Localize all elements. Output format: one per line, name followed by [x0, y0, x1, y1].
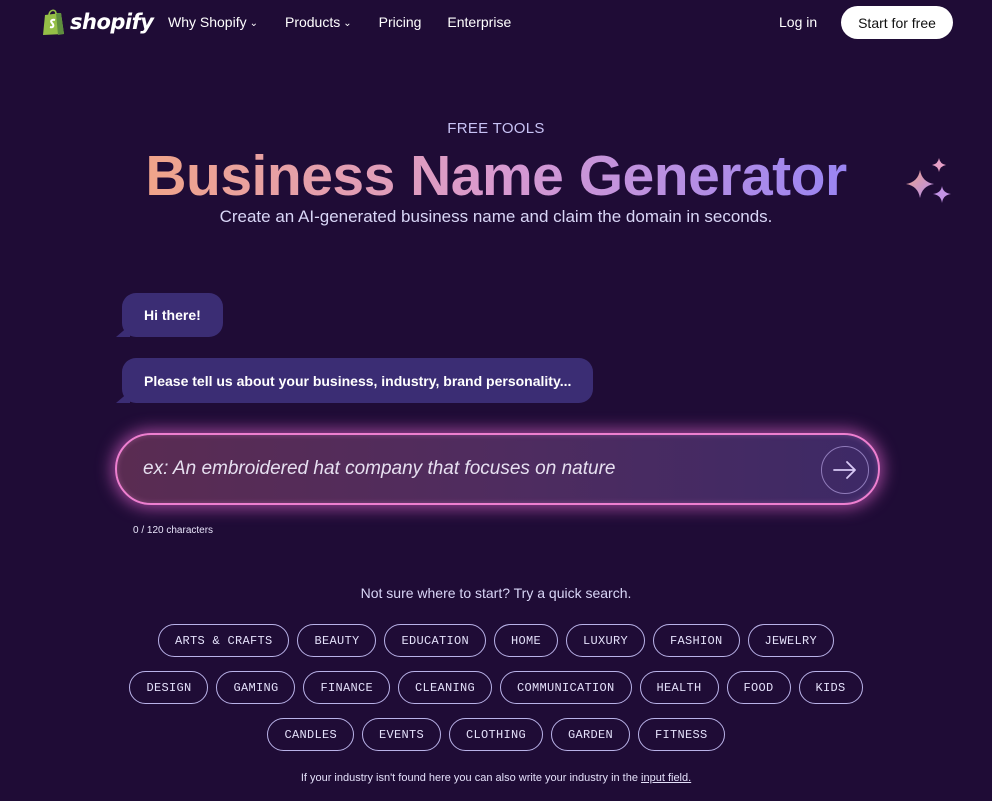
footnote-text: If your industry isn't found here you ca…: [300, 772, 642, 784]
shopify-logo[interactable]: shopify: [41, 8, 154, 36]
chip-jewelry[interactable]: JEWELRY: [747, 624, 835, 657]
login-link[interactable]: Log in: [779, 14, 817, 30]
chip-home[interactable]: HOME: [493, 624, 558, 657]
top-nav: shopify Why Shopify ⌄ Products ⌄ Pricing…: [0, 0, 992, 46]
chip-design[interactable]: DESIGN: [129, 671, 209, 704]
chevron-down-icon: ⌄: [249, 17, 258, 29]
footnote: If your industry isn't found here you ca…: [0, 772, 992, 784]
chip-gaming[interactable]: GAMING: [216, 671, 296, 704]
nav-pricing[interactable]: Pricing: [379, 14, 422, 30]
shopping-bag-icon: [43, 9, 64, 35]
nav-why-shopify[interactable]: Why Shopify ⌄: [168, 14, 258, 30]
main-nav-links: Why Shopify ⌄ Products ⌄ Pricing Enterpr…: [168, 14, 511, 30]
chip-row: ARTS & CRAFTS BEAUTY EDUCATION HOME LUXU…: [0, 624, 992, 657]
chat-bubble-prompt: Please tell us about your business, indu…: [122, 358, 594, 403]
nav-pricing-label: Pricing: [378, 14, 422, 30]
chip-finance[interactable]: FINANCE: [303, 671, 390, 704]
arrow-right-icon: [833, 461, 856, 479]
chip-communication[interactable]: COMMUNICATION: [500, 671, 632, 704]
chip-food[interactable]: FOOD: [726, 671, 791, 704]
business-description-box: [115, 433, 880, 505]
chip-kids[interactable]: KIDS: [798, 671, 863, 704]
chip-luxury[interactable]: LUXURY: [566, 624, 646, 657]
nav-products[interactable]: Products ⌄: [285, 14, 352, 30]
nav-products-label: Products: [284, 14, 341, 30]
start-free-button[interactable]: Start for free: [841, 6, 953, 39]
chevron-down-icon: ⌄: [343, 17, 352, 29]
sparkle-icon: [906, 158, 951, 203]
nav-enterprise-label: Enterprise: [447, 14, 512, 30]
chip-health[interactable]: HEALTH: [639, 671, 719, 704]
eyebrow-label: FREE TOOLS: [447, 120, 545, 137]
page-title: Business Name Generator: [0, 143, 992, 209]
chip-events[interactable]: EVENTS: [361, 718, 441, 751]
chip-beauty[interactable]: BEAUTY: [297, 624, 377, 657]
submit-button[interactable]: [821, 446, 869, 494]
chip-row: CANDLES EVENTS CLOTHING GARDEN FITNESS: [0, 718, 992, 751]
nav-why-shopify-label: Why Shopify: [168, 14, 247, 30]
chip-fitness[interactable]: FITNESS: [638, 718, 725, 751]
chip-clothing[interactable]: CLOTHING: [448, 718, 543, 751]
input-field-link[interactable]: input field.: [641, 772, 691, 784]
character-counter: 0 / 120 characters: [133, 525, 214, 536]
page-subtitle: Create an AI-generated business name and…: [219, 207, 773, 226]
chip-candles[interactable]: CANDLES: [267, 718, 354, 751]
nav-enterprise[interactable]: Enterprise: [447, 14, 511, 30]
logo-wordmark: shopify: [70, 10, 154, 34]
chip-education[interactable]: EDUCATION: [384, 624, 486, 657]
chat-bubble-greeting: Hi there!: [122, 293, 223, 337]
business-description-input[interactable]: [143, 435, 813, 503]
chip-cleaning[interactable]: CLEANING: [397, 671, 492, 704]
chip-row: DESIGN GAMING FINANCE CLEANING COMMUNICA…: [0, 671, 992, 704]
chip-fashion[interactable]: FASHION: [653, 624, 740, 657]
chip-arts-crafts[interactable]: ARTS & CRAFTS: [157, 624, 290, 657]
chip-garden[interactable]: GARDEN: [551, 718, 631, 751]
quick-search-title: Not sure where to start? Try a quick sea…: [360, 585, 632, 601]
